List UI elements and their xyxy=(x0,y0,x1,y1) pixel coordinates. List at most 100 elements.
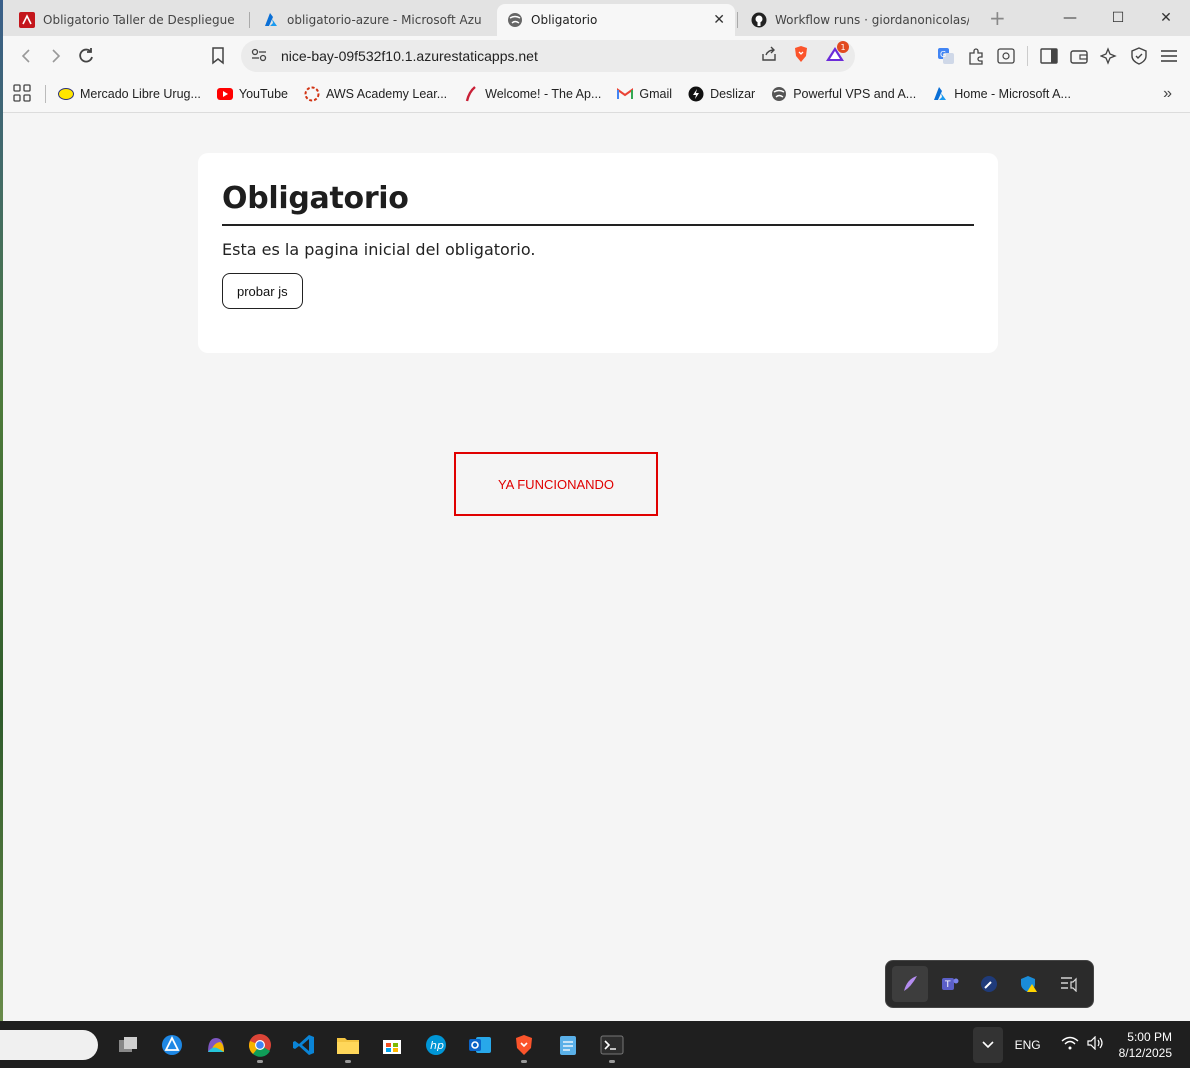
bookmarks-divider xyxy=(45,85,46,103)
apps-grid-icon[interactable] xyxy=(13,83,31,105)
minimize-button[interactable]: — xyxy=(1046,0,1094,36)
tab-obligatorio[interactable]: Obligatorio ✕ xyxy=(497,4,735,36)
bookmark-aws-academy[interactable]: AWS Academy Lear... xyxy=(304,86,447,102)
tab-title: obligatorio-azure - Microsoft Azure xyxy=(287,13,481,27)
quill-icon[interactable] xyxy=(892,966,928,1002)
file-explorer-icon[interactable] xyxy=(330,1027,366,1063)
teams-icon[interactable]: T xyxy=(932,966,968,1002)
bookmark-deslizar[interactable]: Deslizar xyxy=(688,86,755,102)
azure-icon xyxy=(932,86,948,102)
tab-title: Obligatorio xyxy=(531,13,598,27)
close-icon[interactable]: ✕ xyxy=(713,12,725,28)
chevron-left-icon xyxy=(21,49,30,63)
bookmark-vps[interactable]: Powerful VPS and A... xyxy=(771,86,916,102)
forward-button[interactable] xyxy=(41,41,71,71)
svg-text:T: T xyxy=(944,980,951,990)
new-tab-button[interactable]: + xyxy=(989,6,1006,30)
tab-strip: Obligatorio Taller de Despliegue - Ju ob… xyxy=(3,0,1190,36)
bookmark-label: Mercado Libre Urug... xyxy=(80,87,201,101)
sidebar-icon[interactable] xyxy=(1034,41,1064,71)
bookmark-label: Deslizar xyxy=(710,87,756,101)
defender-warning-icon[interactable] xyxy=(1011,966,1047,1002)
globe-icon xyxy=(771,86,787,102)
outlook-icon[interactable] xyxy=(462,1027,498,1063)
close-window-button[interactable]: ✕ xyxy=(1142,0,1190,36)
running-indicator xyxy=(345,1059,351,1063)
share-icon[interactable] xyxy=(761,46,777,66)
media-cast-icon[interactable] xyxy=(1051,966,1087,1002)
volume-icon[interactable] xyxy=(1087,1035,1105,1053)
brave-browser-icon[interactable] xyxy=(506,1027,542,1063)
gmail-icon xyxy=(617,86,634,102)
toolbar-extensions: G xyxy=(931,41,1184,71)
brave-shields-icon[interactable] xyxy=(793,45,809,67)
tab-title: Workflow runs · giordanonicolas/azu xyxy=(775,13,969,27)
tab-title: Obligatorio Taller de Despliegue - Ju xyxy=(43,13,237,27)
taskbar-search[interactable] xyxy=(0,1029,98,1060)
probar-js-button[interactable]: probar js xyxy=(222,273,303,309)
running-indicator xyxy=(257,1059,263,1063)
task-view-icon[interactable] xyxy=(110,1027,146,1063)
address-bar[interactable]: nice-bay-09f532f10.1.azurestaticapps.net… xyxy=(241,40,855,72)
translate-icon[interactable]: G xyxy=(931,41,961,71)
svg-text:hp: hp xyxy=(430,1039,444,1052)
chevron-double-right-icon[interactable]: » xyxy=(1163,85,1172,103)
maximize-button[interactable]: ☐ xyxy=(1094,0,1142,36)
notepad-icon[interactable] xyxy=(550,1027,586,1063)
tab-pdf[interactable]: Obligatorio Taller de Despliegue - Ju xyxy=(9,4,247,36)
chevron-right-icon xyxy=(52,49,61,63)
tray-overflow-button[interactable] xyxy=(972,1026,1003,1063)
url-text: nice-bay-09f532f10.1.azurestaticapps.net xyxy=(281,48,538,64)
wifi-icon[interactable] xyxy=(1061,1036,1079,1053)
bookmark-label: YouTube xyxy=(238,87,289,101)
bookmark-azure-home[interactable]: Home - Microsoft A... xyxy=(932,86,1071,102)
aws-academy-icon xyxy=(304,86,320,102)
tab-github[interactable]: Workflow runs · giordanonicolas/azu xyxy=(737,4,979,36)
running-indicator xyxy=(521,1059,527,1063)
tools-icon[interactable] xyxy=(972,966,1008,1002)
bookmark-gmail[interactable]: Gmail xyxy=(617,86,672,102)
bookmark-mercadolibre[interactable]: Mercado Libre Urug... xyxy=(58,86,201,102)
terminal-icon[interactable] xyxy=(594,1027,630,1063)
clock[interactable]: 5:00 PM 8/12/2025 xyxy=(1119,1029,1172,1061)
bookmark-icon xyxy=(212,47,224,65)
hp-icon[interactable]: hp xyxy=(418,1027,454,1063)
site-info-icon[interactable] xyxy=(251,47,267,66)
tray-overflow-popup: T xyxy=(885,960,1094,1008)
wallet-icon[interactable] xyxy=(1064,41,1094,71)
reload-button[interactable] xyxy=(71,41,101,71)
system-tray: ENG 5:00 PM 8/12/2025 xyxy=(972,1021,1190,1068)
web-page: Obligatorio Esta es la pagina inicial de… xyxy=(3,113,1190,1021)
bookmark-label: Powerful VPS and A... xyxy=(793,87,917,101)
back-button[interactable] xyxy=(11,41,41,71)
globe-icon xyxy=(507,12,523,28)
browser-window: Obligatorio Taller de Despliegue - Ju ob… xyxy=(3,0,1190,1021)
deslizar-icon xyxy=(688,86,704,102)
browser-toolbar: nice-bay-09f532f10.1.azurestaticapps.net… xyxy=(3,36,1190,76)
copilot-icon[interactable] xyxy=(198,1027,234,1063)
leo-ai-icon[interactable] xyxy=(1094,41,1124,71)
page-description: Esta es la pagina inicial del obligatori… xyxy=(222,240,536,259)
language-indicator[interactable]: ENG xyxy=(1015,1038,1041,1052)
running-indicator xyxy=(609,1059,615,1063)
brave-rewards-icon[interactable]: 1 xyxy=(825,41,849,67)
chevron-down-icon xyxy=(982,1040,994,1048)
ms-store-icon[interactable] xyxy=(374,1027,410,1063)
reader-mode-icon[interactable] xyxy=(991,41,1021,71)
toolbar-divider xyxy=(1027,46,1028,66)
taskbar: hp ENG 5:00 PM 8/12/2025 xyxy=(0,1021,1190,1068)
extensions-puzzle-icon[interactable] xyxy=(961,41,991,71)
tab-azure[interactable]: obligatorio-azure - Microsoft Azure xyxy=(249,4,491,36)
vscode-icon[interactable] xyxy=(286,1027,322,1063)
content-card: Obligatorio Esta es la pagina inicial de… xyxy=(198,153,998,353)
pdf-icon xyxy=(19,12,35,28)
bookmark-button[interactable] xyxy=(203,41,233,71)
github-icon xyxy=(751,12,767,28)
youtube-icon xyxy=(216,86,233,102)
vpn-shield-icon[interactable] xyxy=(1124,41,1154,71)
bookmark-apache[interactable]: Welcome! - The Ap... xyxy=(463,86,601,102)
bookmark-youtube[interactable]: YouTube xyxy=(216,86,289,102)
menu-icon[interactable] xyxy=(1154,41,1184,71)
chrome-icon[interactable] xyxy=(242,1027,278,1063)
app-store-icon[interactable] xyxy=(154,1027,190,1063)
